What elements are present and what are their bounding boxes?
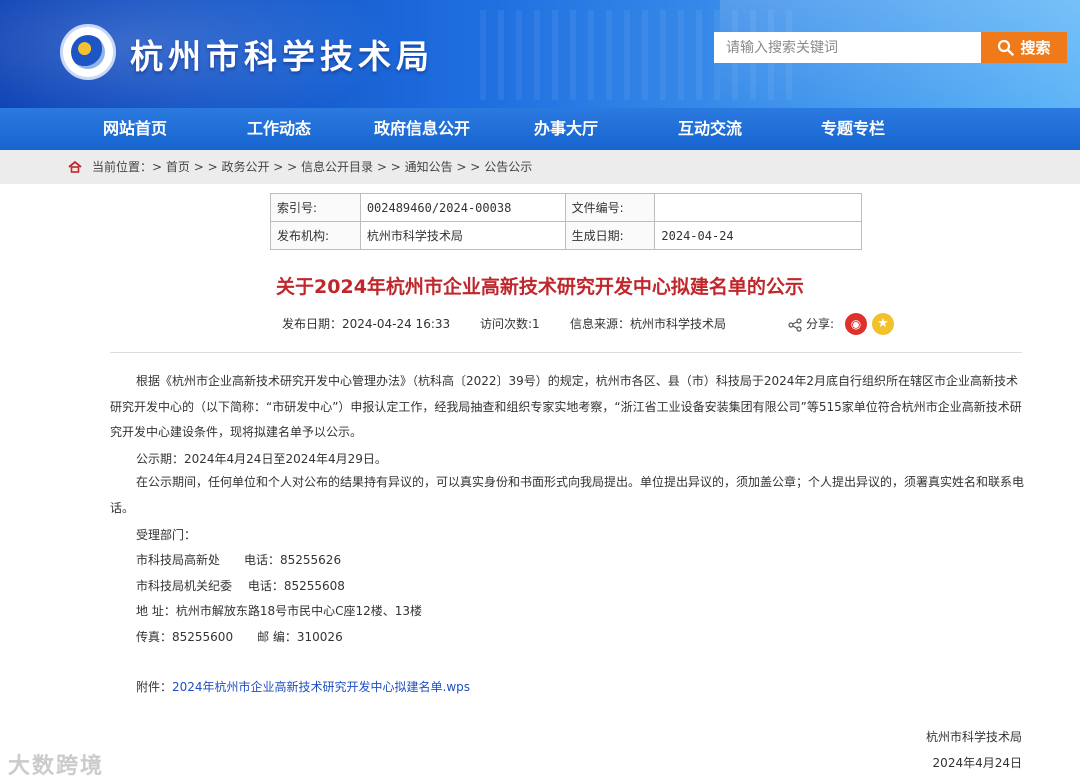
docno-label: 文件编号: <box>564 193 656 222</box>
period-text: 公示期：2024年4月24日至2024年4月29日。 <box>136 452 387 466</box>
breadcrumb-gov[interactable]: 政务公开 <box>221 160 269 174</box>
signature-date: 2024年4月24日 <box>932 756 1022 770</box>
breadcrumb-announcement[interactable]: 公告公示 <box>484 160 532 174</box>
share-label: 分享: <box>806 317 835 331</box>
date-label: 生成日期: <box>564 221 656 250</box>
org-label: 发布机构: <box>270 221 361 250</box>
share-icon <box>788 318 802 332</box>
visit-count: 访问次数:1 <box>480 317 540 331</box>
nav-item-interaction[interactable]: 互动交流 <box>678 108 742 150</box>
weibo-icon[interactable]: ◉ <box>845 313 867 335</box>
breadcrumb: 当前位置：> 首页 > > 政务公开 > > 信息公开目录 > > 通知公告 >… <box>92 150 532 184</box>
breadcrumb-notice[interactable]: 通知公告 <box>405 160 453 174</box>
attachment: 附件：2024年杭州市企业高新技术研究开发中心拟建名单.wps <box>136 678 470 695</box>
breadcrumb-sep: > > <box>373 160 405 174</box>
nav-item-home[interactable]: 网站首页 <box>103 108 167 150</box>
attachment-label: 附件： <box>136 680 173 694</box>
index-value: 002489460/2024-00038 <box>359 193 566 222</box>
fax-postcode: 传真：85255600 邮 编：310026 <box>136 630 343 644</box>
breadcrumb-sep: > > <box>452 160 485 174</box>
nav-item-services[interactable]: 办事大厅 <box>534 108 598 150</box>
nav-item-news[interactable]: 工作动态 <box>247 108 311 150</box>
breadcrumb-prefix: 当前位置：> <box>92 160 166 174</box>
breadcrumb-sep: > > <box>189 160 222 174</box>
breadcrumb-home[interactable]: 首页 <box>166 160 190 174</box>
header-banner: 杭州市科学技术局 搜索 <box>0 0 1080 108</box>
search-button[interactable]: 搜索 <box>981 32 1067 63</box>
address: 地 址：杭州市解放东路18号市民中心C座12楼、13楼 <box>136 604 423 618</box>
contact-1: 市科技局高新处 电话：85255626 <box>136 553 342 567</box>
divider <box>110 352 1022 353</box>
article-title: 关于2024年杭州市企业高新技术研究开发中心拟建名单的公示 <box>276 276 804 298</box>
index-label: 索引号: <box>270 193 361 222</box>
publish-date: 发布日期：2024-04-24 16:33 <box>282 317 451 331</box>
breadcrumb-bar: 当前位置：> 首页 > > 政务公开 > > 信息公开目录 > > 通知公告 >… <box>0 150 1080 184</box>
nav-item-gov-info[interactable]: 政府信息公开 <box>374 108 470 150</box>
org-value: 杭州市科学技术局 <box>359 221 566 250</box>
search-button-label: 搜索 <box>1020 40 1051 57</box>
info-source: 信息来源：杭州市科学技术局 <box>570 317 727 331</box>
docno-value <box>654 193 862 222</box>
emblem-logo <box>60 24 116 80</box>
main-nav: 网站首页 工作动态 政府信息公开 办事大厅 互动交流 专题专栏 <box>0 108 1080 150</box>
search-icon <box>998 39 1015 56</box>
dept-label: 受理部门： <box>136 528 197 542</box>
site-title: 杭州市科学技术局 <box>130 37 434 76</box>
breadcrumb-sep: > > <box>269 160 302 174</box>
attachment-link[interactable]: 2024年杭州市企业高新技术研究开发中心拟建名单.wps <box>172 680 470 694</box>
home-icon <box>68 160 82 173</box>
search-input[interactable] <box>714 32 981 63</box>
date-value: 2024-04-24 <box>654 221 862 250</box>
paragraph-main: 根据《杭州市企业高新技术研究开发中心管理办法》（杭科高〔2022〕39号）的规定… <box>110 374 1022 439</box>
paragraph-objection: 在公示期间，任何单位和个人对公布的结果持有异议的，可以真实身份和书面形式向我局提… <box>110 475 1025 515</box>
contact-2: 市科技局机关纪委 电话：85255608 <box>136 579 345 593</box>
watermark: 大数跨境 <box>8 754 105 779</box>
nav-item-topics[interactable]: 专题专栏 <box>821 108 885 150</box>
breadcrumb-catalog[interactable]: 信息公开目录 <box>301 160 373 174</box>
metadata-table: 索引号: 002489460/2024-00038 文件编号: 发布机构: 杭州… <box>270 193 862 250</box>
star-icon[interactable]: ★ <box>872 313 894 335</box>
signature-org: 杭州市科学技术局 <box>925 730 1022 744</box>
